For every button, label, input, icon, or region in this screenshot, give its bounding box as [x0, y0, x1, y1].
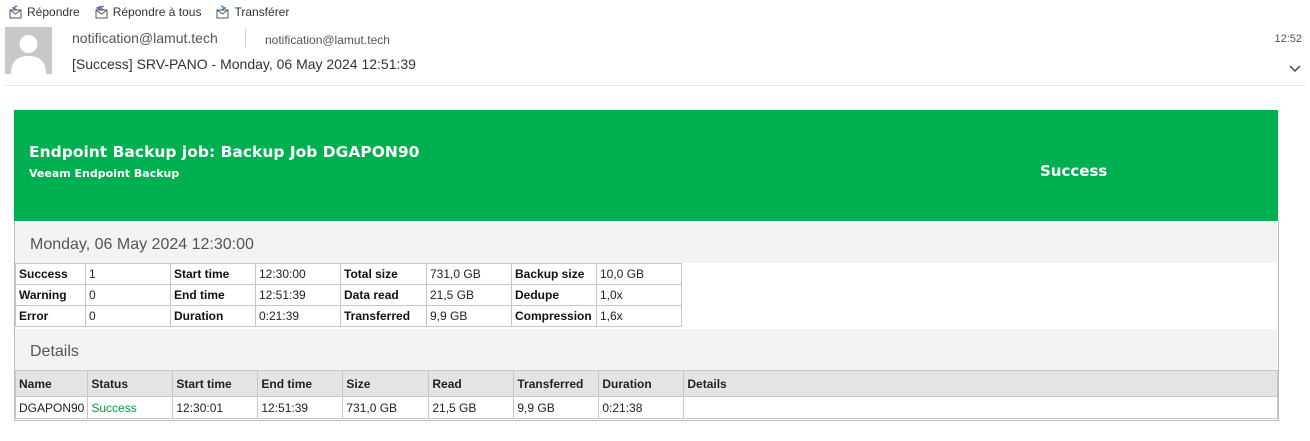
- received-time: 12:52: [1274, 33, 1302, 45]
- job-subtitle: Veeam Endpoint Backup: [29, 167, 180, 180]
- job-banner: Endpoint Backup job: Backup Job DGAPON90…: [14, 110, 1278, 221]
- reply-all-label: Répondre à tous: [112, 5, 202, 19]
- reply-button[interactable]: Répondre: [8, 5, 80, 19]
- details-section-header: Details: [15, 329, 1277, 370]
- summary-section-header: Monday, 06 May 2024 12:30:00: [15, 222, 1277, 263]
- details-heading: Details: [30, 343, 79, 360]
- header-divider: [245, 29, 246, 47]
- table-cell: 12:51:39: [257, 396, 344, 419]
- table-cell: Error: [15, 305, 86, 327]
- job-status: Success: [1040, 162, 1108, 180]
- sender-address[interactable]: notification@lamut.tech: [72, 30, 218, 46]
- recipient-address[interactable]: notification@lamut.tech: [265, 33, 390, 47]
- table-cell: 0:21:38: [598, 396, 685, 419]
- forward-icon: [216, 5, 229, 19]
- table-cell: Backup size: [511, 263, 597, 285]
- table-cell: Duration: [170, 305, 256, 327]
- table-cell: End time: [170, 284, 256, 306]
- table-cell: Data read: [340, 284, 427, 306]
- table-cell: Start time: [170, 263, 256, 285]
- table-cell: Dedupe: [511, 284, 597, 306]
- table-cell: [683, 396, 1278, 419]
- column-header: Status: [87, 370, 174, 397]
- column-header: Read: [428, 370, 515, 397]
- table-cell: 9,9 GB: [513, 396, 600, 419]
- job-title: Endpoint Backup job: Backup Job DGAPON90: [29, 143, 420, 161]
- message-subject: [Success] SRV-PANO - Monday, 06 May 2024…: [72, 56, 416, 72]
- table-cell: 12:30:00: [255, 263, 341, 285]
- sender-avatar: [5, 27, 52, 74]
- forward-button[interactable]: Transférer: [215, 5, 289, 19]
- table-header-row: Name Status Start time End time Size Rea…: [14, 370, 1278, 397]
- table-cell: 9,9 GB: [426, 305, 512, 327]
- table-cell: 10,0 GB: [596, 263, 682, 285]
- forward-label: Transférer: [234, 5, 290, 19]
- table-cell: 0:21:39: [255, 305, 341, 327]
- table-cell: DGAPON90: [14, 396, 89, 419]
- reply-all-icon: [95, 5, 108, 19]
- table-cell: Total size: [340, 263, 427, 285]
- session-date: Monday, 06 May 2024 12:30:00: [30, 236, 254, 253]
- table-row: Error 0 Duration 0:21:39 Transferred 9,9…: [15, 305, 682, 327]
- column-header: Duration: [598, 370, 685, 397]
- table-row: Success 1 Start time 12:30:00 Total size…: [15, 263, 682, 285]
- column-header: Start time: [172, 370, 259, 397]
- reply-icon: [9, 5, 22, 19]
- table-cell: Transferred: [340, 305, 427, 327]
- table-cell: 1,6x: [596, 305, 682, 327]
- table-cell: Compression: [511, 305, 597, 327]
- summary-table: Success 1 Start time 12:30:00 Total size…: [15, 263, 682, 327]
- chevron-down-icon[interactable]: [1289, 64, 1301, 74]
- table-cell: 12:51:39: [255, 284, 341, 306]
- reply-label: Répondre: [27, 5, 80, 19]
- column-header: Details: [683, 370, 1278, 397]
- details-table: Name Status Start time End time Size Rea…: [14, 370, 1278, 419]
- person-icon: [11, 35, 46, 74]
- table-cell: 0: [85, 305, 171, 327]
- table-row: DGAPON90 Success 12:30:01 12:51:39 731,0…: [14, 396, 1278, 419]
- table-cell: 731,0 GB: [342, 396, 430, 419]
- column-header: End time: [257, 370, 344, 397]
- table-cell: 1: [85, 263, 171, 285]
- table-cell: Success: [15, 263, 86, 285]
- table-cell: 12:30:01: [172, 396, 259, 419]
- table-cell: 21,5 GB: [428, 396, 515, 419]
- table-cell: 1,0x: [596, 284, 682, 306]
- table-cell: 731,0 GB: [426, 263, 512, 285]
- column-header: Size: [342, 370, 430, 397]
- column-header: Transferred: [513, 370, 600, 397]
- table-row: Warning 0 End time 12:51:39 Data read 21…: [15, 284, 682, 306]
- table-cell: Warning: [15, 284, 86, 306]
- table-cell: 21,5 GB: [426, 284, 512, 306]
- header-divider-line: [5, 85, 1305, 86]
- table-cell: 0: [85, 284, 171, 306]
- reply-all-button[interactable]: Répondre à tous: [94, 5, 202, 19]
- column-header: Name: [14, 370, 89, 397]
- message-toolbar: Répondre Répondre à tous Transférer: [0, 0, 1310, 24]
- status-cell: Success: [87, 396, 174, 419]
